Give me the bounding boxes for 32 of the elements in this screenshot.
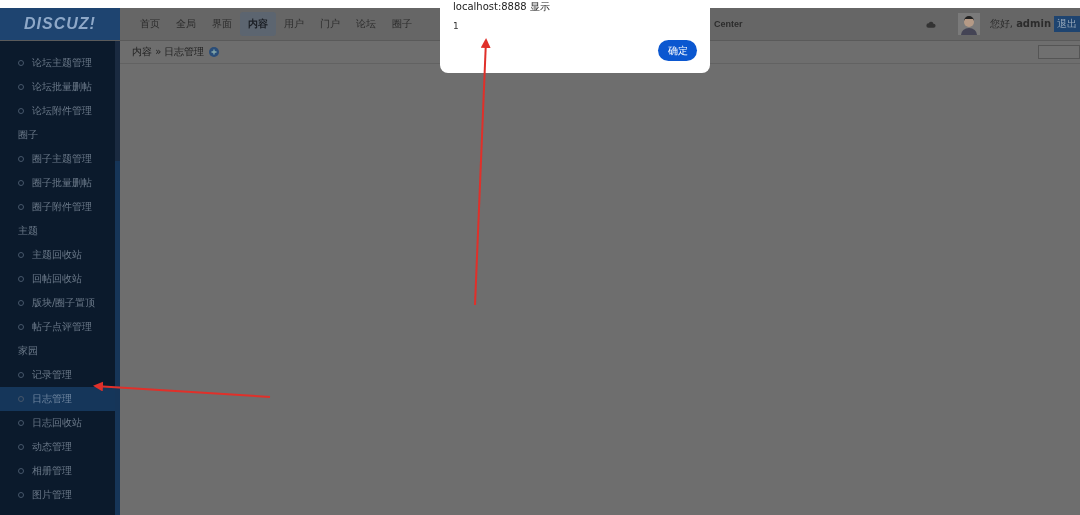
sidebar-item[interactable]: 版块/圈子置顶 bbox=[0, 291, 115, 315]
scrollbar[interactable] bbox=[115, 41, 120, 515]
sidebar-item[interactable]: 圈子批量删帖 bbox=[0, 171, 115, 195]
cloud-icon[interactable] bbox=[925, 19, 936, 29]
ok-button[interactable]: 确定 bbox=[658, 40, 697, 61]
sidebar-item[interactable]: 圈子主题管理 bbox=[0, 147, 115, 171]
sidebar-heading: 圈子 bbox=[17, 128, 39, 142]
add-icon[interactable] bbox=[209, 47, 220, 57]
nav-tab[interactable]: 内容 bbox=[240, 12, 276, 36]
sidebar-item[interactable]: 论坛批量删帖 bbox=[0, 75, 115, 99]
sidebar-item[interactable]: 日志回收站 bbox=[0, 411, 115, 435]
breadcrumb: 内容 » 日志管理 bbox=[132, 45, 205, 59]
sidebar-item[interactable]: 论坛附件管理 bbox=[0, 99, 115, 123]
sidebar-item[interactable]: 日志管理 bbox=[0, 387, 115, 411]
sidebar-item[interactable]: 圈子附件管理 bbox=[0, 195, 115, 219]
dialog-message: 1 bbox=[453, 21, 460, 31]
sidebar-item[interactable]: 论坛主题管理 bbox=[0, 51, 115, 75]
sidebar-item[interactable]: 图片管理 bbox=[0, 483, 115, 507]
nav-tab[interactable]: Center bbox=[714, 19, 743, 29]
dialog-title: localhost:8888 显示 bbox=[453, 0, 551, 14]
logout-link[interactable]: 退出 bbox=[1054, 16, 1080, 32]
sidebar-item[interactable]: 动态管理 bbox=[0, 435, 115, 459]
sidebar-item[interactable]: 回帖回收站 bbox=[0, 267, 115, 291]
logo[interactable]: DISCUZ! bbox=[24, 15, 96, 33]
sidebar-item[interactable]: 主题回收站 bbox=[0, 243, 115, 267]
sidebar-heading: 家园 bbox=[17, 344, 39, 358]
sidebar-item[interactable]: 相册管理 bbox=[0, 459, 115, 483]
sidebar-heading: 主题 bbox=[17, 224, 39, 238]
avatar-icon[interactable] bbox=[957, 13, 980, 35]
sidebar-item[interactable]: 记录管理 bbox=[0, 363, 115, 387]
search-field[interactable] bbox=[1038, 45, 1080, 59]
sidebar-item[interactable]: 帖子点评管理 bbox=[0, 315, 115, 339]
